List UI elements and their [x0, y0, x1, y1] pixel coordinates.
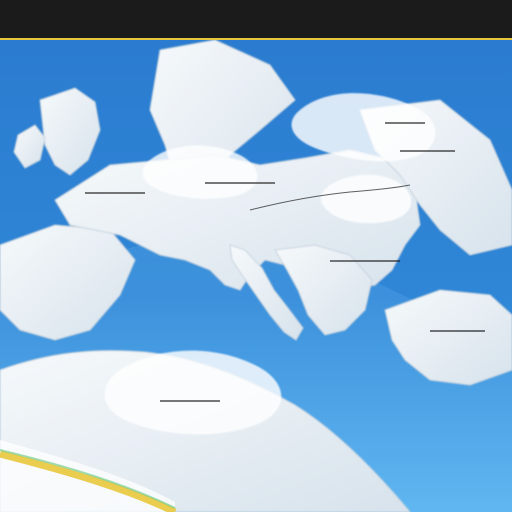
micro-label-4 [85, 192, 145, 194]
micro-label-7 [160, 400, 220, 402]
micro-label-1 [385, 122, 425, 124]
micro-label-6 [430, 330, 485, 332]
top-bar [0, 0, 512, 40]
app-root [0, 0, 512, 512]
micro-label-5 [330, 260, 400, 262]
europe-map[interactable] [0, 40, 512, 512]
micro-label-2 [400, 150, 455, 152]
micro-label-3 [205, 182, 275, 184]
top-bar-text [0, 4, 512, 36]
